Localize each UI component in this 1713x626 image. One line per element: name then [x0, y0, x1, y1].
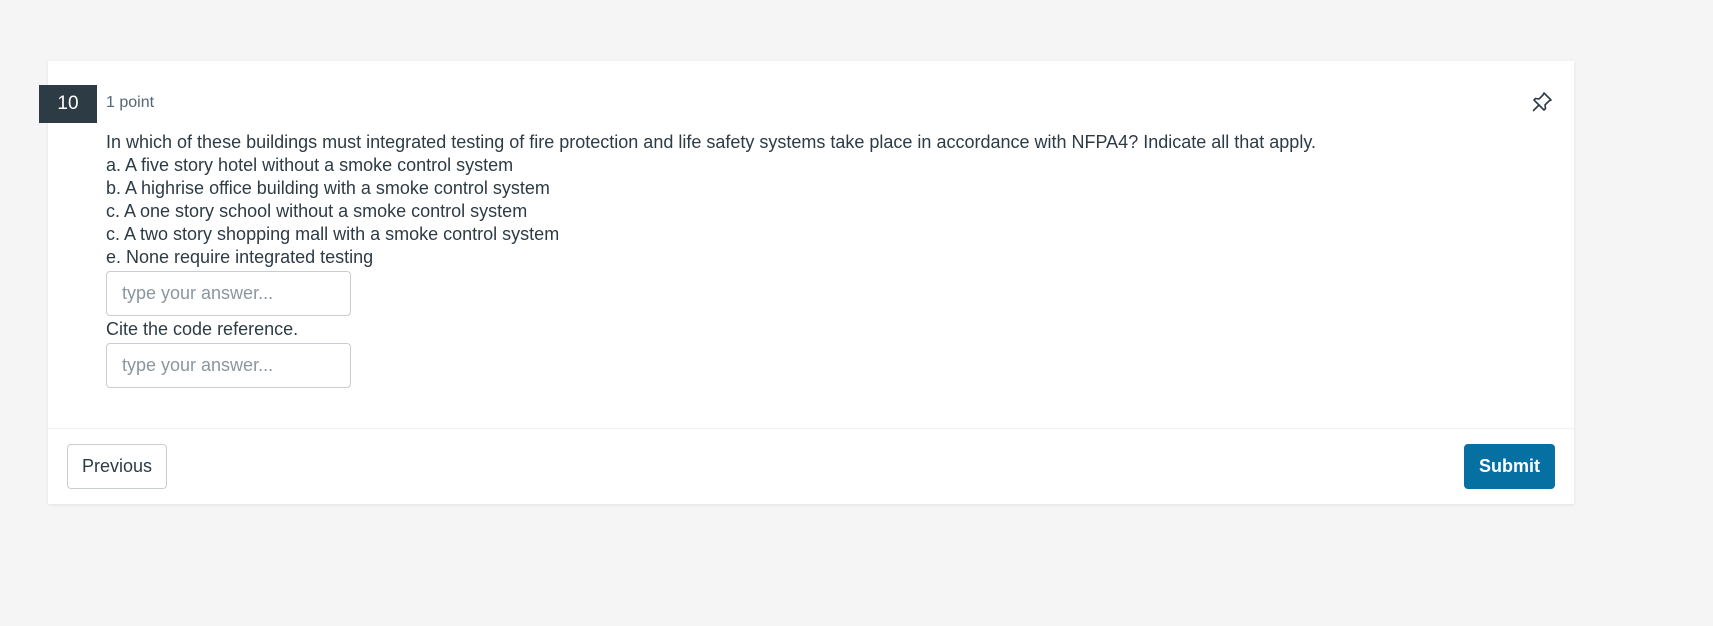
- question-points: 1 point: [106, 94, 155, 111]
- pin-question-button[interactable]: [1530, 90, 1554, 114]
- option-item: b. A highrise office building with a smo…: [106, 178, 550, 198]
- footer-divider: [48, 428, 1574, 429]
- answer-input-buildings[interactable]: [106, 271, 351, 316]
- question-followup: Cite the code reference.: [106, 319, 299, 339]
- pin-icon: [1532, 92, 1552, 112]
- question-prompt: In which of these buildings must integra…: [106, 132, 1316, 152]
- question-number-badge: 10: [39, 85, 97, 123]
- option-item: a. A five story hotel without a smoke co…: [106, 155, 514, 175]
- submit-button[interactable]: Submit: [1464, 444, 1555, 489]
- answer-input-code-reference[interactable]: [106, 343, 351, 388]
- question-body: In which of these buildings must integra…: [106, 131, 1316, 390]
- option-item: c. A two story shopping mall with a smok…: [106, 224, 560, 244]
- question-card: 10 1 point In which of these buildings m…: [39, 61, 1574, 504]
- option-item: e. None require integrated testing: [106, 247, 374, 267]
- previous-button[interactable]: Previous: [67, 444, 168, 489]
- option-item: c. A one story school without a smoke co…: [106, 201, 528, 221]
